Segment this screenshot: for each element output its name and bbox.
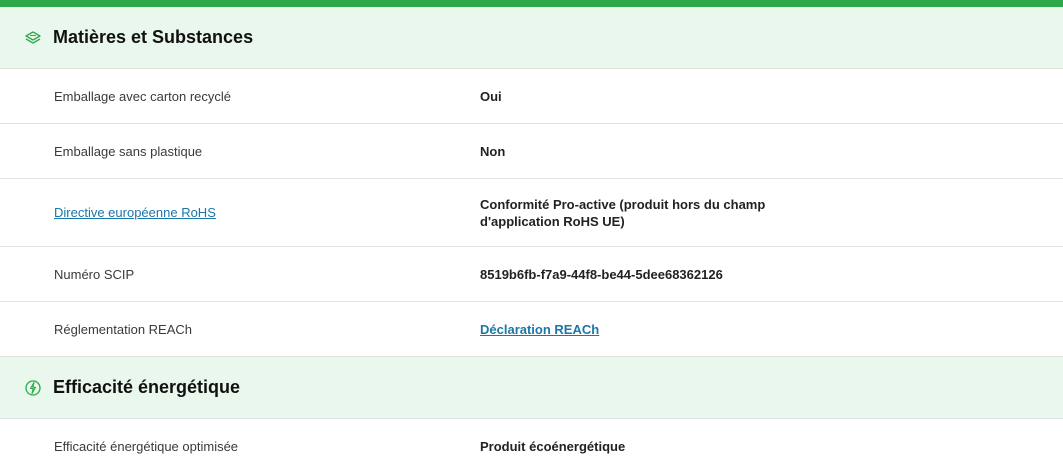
row-label: Efficacité énergétique optimisée [54, 438, 239, 454]
table-row: Emballage sans plastique Non [0, 124, 1063, 179]
table-row: Directive européenne RoHS Conformité Pro… [0, 179, 1063, 247]
row-value: Produit écoénergétique [480, 438, 626, 454]
row-label: Numéro SCIP [54, 266, 135, 282]
row-value: 8519b6fb-f7a9-44f8-be44-5dee68362126 [480, 266, 723, 282]
table-row: Réglementation REACh Déclaration REACh [0, 302, 1063, 357]
row-value: Oui [480, 88, 502, 104]
energy-leaf-icon [24, 379, 42, 397]
table-row: Emballage avec carton recyclé Oui [0, 69, 1063, 124]
layers-leaf-icon [24, 29, 42, 47]
row-label: Emballage avec carton recyclé [54, 88, 232, 104]
section-title: Matières et Substances [53, 27, 254, 47]
accent-top-bar [0, 0, 1063, 7]
section-header-materials: Matières et Substances [0, 7, 1063, 69]
row-value: Non [480, 143, 506, 159]
table-row: Efficacité énergétique optimisée Produit… [0, 419, 1063, 467]
row-value-cell: Déclaration REACh [480, 321, 830, 338]
section-title: Efficacité énergétique [53, 377, 241, 397]
row-label: Emballage sans plastique [54, 143, 203, 159]
table-row: Numéro SCIP 8519b6fb-f7a9-44f8-be44-5dee… [0, 247, 1063, 302]
row-value: Conformité Pro-active (produit hors du c… [480, 196, 766, 229]
row-label: Réglementation REACh [54, 321, 193, 337]
section-header-energy: Efficacité énergétique [0, 357, 1063, 419]
rohs-directive-link[interactable]: Directive européenne RoHS [54, 205, 216, 220]
row-label-cell: Directive européenne RoHS [0, 205, 480, 220]
reach-declaration-link[interactable]: Déclaration REACh [480, 322, 599, 337]
